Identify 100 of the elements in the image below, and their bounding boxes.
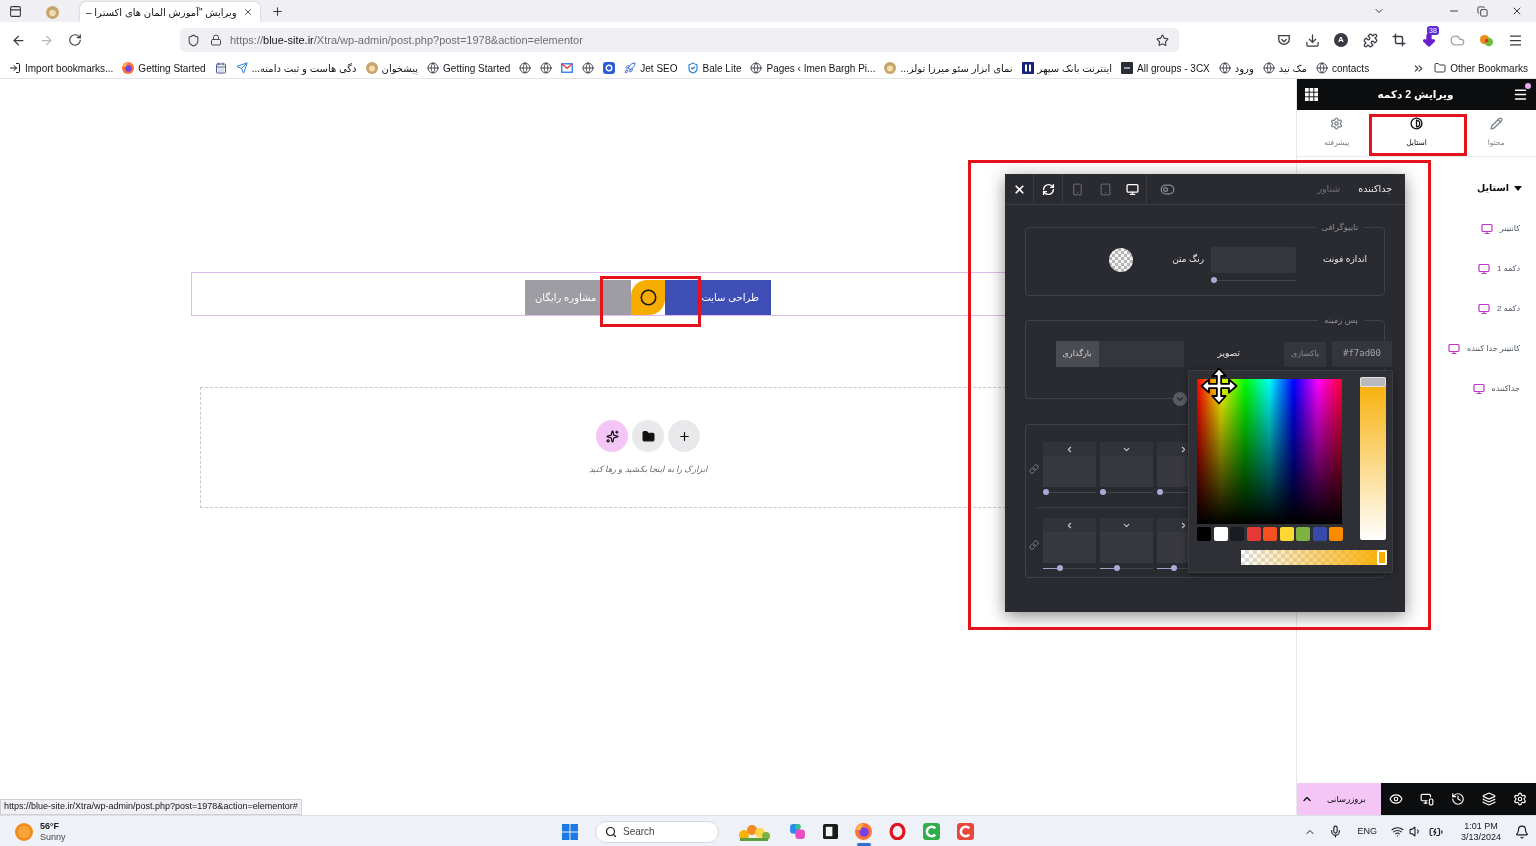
slider-thumb[interactable] [1114, 565, 1121, 571]
checker-swatch-icon[interactable] [1109, 248, 1133, 272]
slider-thumb[interactable] [1057, 565, 1064, 571]
swatch-icon[interactable] [1312, 527, 1327, 541]
chevron-right-icon[interactable] [1179, 444, 1188, 454]
bookmark-link[interactable]: Import bookmarks... [9, 60, 114, 76]
slider-thumb[interactable] [1211, 277, 1217, 283]
globe-icon[interactable] [540, 62, 553, 74]
close-icon[interactable] [242, 7, 253, 17]
cloud-icon[interactable] [1450, 32, 1465, 48]
tray-chevron-icon[interactable] [1277, 33, 1291, 47]
globe-icon[interactable] [582, 62, 595, 74]
crop-icon[interactable] [1392, 33, 1406, 47]
address-bar[interactable]: https://blue-site.ir/Xtra/wp-admin/post.php?post=1978&action=elementor [180, 28, 1179, 52]
bookmark-link[interactable]: اینترنت بانک سپهر [1021, 60, 1112, 76]
slider-track[interactable] [1100, 489, 1153, 495]
start-grid-icon[interactable] [562, 823, 578, 840]
swatch-icon[interactable] [1246, 527, 1261, 541]
slider-track[interactable] [1211, 277, 1296, 283]
account-avatar[interactable]: A [1334, 33, 1348, 47]
swatch-icon[interactable] [1197, 527, 1211, 541]
color-spectrum[interactable] [1197, 379, 1342, 524]
arc-tile-icon[interactable] [957, 823, 974, 840]
bookmark-link[interactable]: Bale Lite [686, 60, 742, 76]
bell-icon[interactable] [1515, 824, 1529, 839]
devices-icon[interactable] [1420, 792, 1434, 806]
browser-tab[interactable]: ویرایش "آموزش المان های اکسترا – [80, 2, 260, 22]
navigator-item[interactable]: جداکننده [1297, 369, 1536, 409]
bookmark-link[interactable]: Getting Started [122, 60, 206, 76]
bookmark-link[interactable]: All groups - 3CX [1121, 60, 1210, 76]
alpha-slider[interactable] [1241, 550, 1387, 565]
ring-logo-icon[interactable] [889, 823, 906, 840]
colorful-logo-icon[interactable] [789, 823, 806, 840]
swatch-icon[interactable] [1263, 527, 1277, 541]
bookmark-link[interactable]: ...نمای ابزار سئو میرزا تولز [884, 60, 1013, 76]
slider-track[interactable] [1043, 489, 1096, 495]
chevron-left-icon[interactable] [1065, 520, 1074, 530]
app-tile-icon[interactable] [603, 62, 616, 74]
puzzle-icon[interactable] [1363, 32, 1378, 48]
link-icon[interactable] [1029, 463, 1039, 474]
folder-icon[interactable] [632, 420, 664, 452]
monitor-icon[interactable] [1126, 182, 1139, 196]
extension-logo-icon[interactable] [1479, 32, 1494, 48]
history-icon[interactable] [1451, 792, 1465, 806]
bookmark-link[interactable]: Jet SEO [624, 60, 678, 76]
flowers-icon[interactable] [736, 822, 772, 841]
slider-thumb[interactable] [1171, 565, 1178, 571]
site-button[interactable]: طراحی سایت [665, 280, 771, 315]
globe-icon[interactable] [519, 62, 532, 74]
settings-icon[interactable] [1513, 792, 1527, 806]
download-icon[interactable] [1305, 32, 1320, 48]
swatch-icon[interactable] [1213, 527, 1228, 541]
slider-handle[interactable] [1360, 377, 1386, 387]
clear-button[interactable]: پاکسازی [1284, 341, 1326, 367]
chevron-left-icon[interactable] [1065, 444, 1074, 454]
speaker-icon[interactable] [1408, 825, 1422, 838]
layers-icon[interactable] [1482, 792, 1496, 806]
search-field[interactable]: Search [595, 820, 719, 843]
swatch-icon[interactable] [1296, 527, 1310, 541]
refresh-icon[interactable] [1041, 182, 1055, 196]
value-slider[interactable] [1360, 377, 1386, 540]
close-icon[interactable] [1012, 182, 1026, 196]
update-button[interactable]: بروزرسانی [1327, 792, 1366, 806]
bookmark-link[interactable]: contacts [1315, 60, 1370, 76]
clock-date[interactable]: 3/13/2024 [1460, 831, 1501, 843]
square-tile-icon[interactable] [823, 824, 838, 839]
chevron-right-icon[interactable] [1179, 520, 1188, 530]
microphone-icon[interactable] [1329, 825, 1343, 838]
star-icon[interactable] [1156, 33, 1169, 47]
bookmark-link[interactable]: Other Bookmarks [1434, 60, 1528, 76]
window-icon[interactable] [9, 4, 22, 18]
swatch-icon[interactable] [1329, 527, 1343, 541]
envelope-icon[interactable] [561, 63, 574, 73]
arrow-down-icon[interactable] [1421, 32, 1437, 48]
slider-thumb[interactable] [1157, 489, 1163, 495]
bookmark-link[interactable]: Pages ‹ Imen Bargh Pi... [750, 60, 876, 76]
upload-button[interactable]: بارگذاری [1055, 341, 1099, 367]
close-icon[interactable] [1511, 5, 1523, 17]
wifi-icon[interactable] [1390, 825, 1404, 838]
menu-icon[interactable] [1513, 87, 1528, 102]
slider-thumb[interactable] [1043, 489, 1049, 495]
input-field[interactable] [1098, 341, 1184, 367]
restore-icon[interactable] [1477, 5, 1488, 17]
plus-icon[interactable] [270, 4, 284, 18]
link-icon[interactable] [1029, 539, 1039, 550]
grid-icon[interactable] [1305, 88, 1318, 101]
popup-tab[interactable]: جداکننده [1358, 181, 1392, 197]
reload-icon[interactable] [68, 33, 82, 47]
caret-icon[interactable] [1514, 185, 1522, 191]
calendar-icon[interactable] [214, 62, 227, 74]
swatch-icon[interactable] [1279, 527, 1294, 541]
bookmark-link[interactable]: مک نید [1262, 60, 1307, 76]
browser-logo-icon[interactable] [855, 823, 872, 840]
clock-time[interactable]: 1:01 PM [1464, 820, 1498, 832]
sparkles-icon[interactable] [596, 420, 628, 452]
bookmark-link[interactable]: ورود [1218, 60, 1254, 76]
menu-icon[interactable] [1508, 32, 1523, 48]
eye-icon[interactable] [1389, 792, 1403, 806]
arc-tile-icon[interactable] [923, 823, 940, 840]
bookmark-link[interactable]: ...دگی هاست و ثبت دامنه [235, 60, 357, 76]
